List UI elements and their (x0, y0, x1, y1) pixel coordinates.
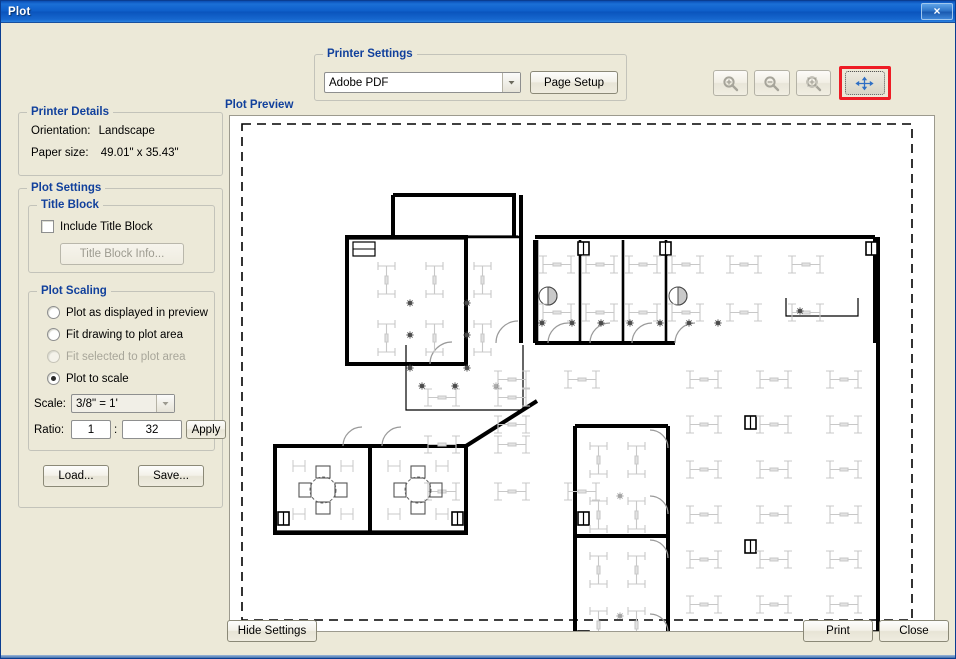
ratio-label: Ratio: (34, 424, 65, 436)
close-button[interactable]: Close (879, 620, 949, 642)
paper-size-label: Paper size: (31, 147, 89, 159)
plot-settings-legend: Plot Settings (27, 182, 106, 194)
zoom-fit-icon (806, 75, 822, 91)
orientation-label: Orientation: (31, 125, 91, 137)
close-window-button[interactable]: × (921, 3, 953, 20)
plot-scaling-group: Plot Scaling Plot as displayed in previe… (28, 285, 226, 451)
ratio-denominator-input[interactable]: 32 (122, 420, 182, 439)
paper-size-value: 49.01" x 35.43" (100, 147, 179, 159)
print-button[interactable]: Print (803, 620, 873, 642)
dialog-body: Printer Settings Adobe PDF Page Setup Pr… (1, 23, 955, 658)
scale-select[interactable]: 3/8" = 1' (71, 394, 175, 413)
building-geometry (273, 193, 880, 631)
save-settings-button[interactable]: Save... (138, 465, 204, 487)
workstations-right (493, 370, 863, 614)
zoom-in-icon (723, 75, 739, 91)
include-title-block-label: Include Title Block (60, 220, 153, 233)
radio-fit-drawing-control[interactable] (47, 328, 60, 341)
page-setup-button[interactable]: Page Setup (530, 71, 618, 94)
zoom-out-icon (764, 75, 780, 91)
orientation-value: Landscape (98, 125, 155, 137)
plot-preview-label: Plot Preview (225, 99, 294, 111)
zoom-out-button[interactable] (754, 70, 790, 96)
pan-button-highlight (838, 66, 891, 100)
include-title-block-row[interactable]: Include Title Block (41, 220, 153, 233)
radio-fit-selected-label: Fit selected to plot area (66, 350, 186, 363)
radio-plot-to-scale[interactable]: Plot to scale (47, 372, 129, 385)
printer-details-legend: Printer Details (27, 106, 113, 118)
radio-fit-selected: Fit selected to plot area (47, 350, 186, 363)
printer-select-value: Adobe PDF (329, 76, 389, 89)
paper-size-row: Paper size: 49.01" x 35.43" (31, 147, 179, 159)
apply-scale-button[interactable]: Apply (186, 420, 226, 439)
footer-separator (1, 655, 955, 658)
plot-dialog: Plot × Printer Settings Adobe PDF Page S… (0, 0, 956, 659)
ratio-numerator-input[interactable]: 1 (71, 420, 111, 439)
title-block-group: Title Block Include Title Block Title Bl… (28, 199, 215, 273)
radio-plot-to-scale-control[interactable] (47, 372, 60, 385)
plot-settings-group: Plot Settings Title Block Include Title … (18, 182, 226, 508)
ratio-separator: : (114, 424, 118, 436)
chevron-down-icon (156, 395, 174, 412)
hide-settings-button[interactable]: Hide Settings (227, 620, 317, 642)
printer-settings-legend: Printer Settings (323, 48, 417, 60)
columns (277, 241, 878, 631)
window-title: Plot (8, 5, 31, 18)
radio-plot-to-scale-label: Plot to scale (66, 372, 129, 385)
orientation-row: Orientation: Landscape (31, 125, 155, 137)
title-block-info-button[interactable]: Title Block Info... (60, 243, 184, 265)
workstations-left (377, 261, 601, 501)
zoom-in-button[interactable] (713, 70, 749, 96)
radio-plot-as-displayed[interactable]: Plot as displayed in preview (47, 306, 208, 319)
radio-fit-selected-control (47, 350, 60, 363)
pan-move-icon (855, 76, 875, 90)
radio-fit-drawing[interactable]: Fit drawing to plot area (47, 328, 183, 341)
dialog-footer: Hide Settings Print Close (1, 614, 955, 658)
scale-select-value: 3/8" = 1' (76, 397, 118, 410)
floor-plan-drawing (241, 123, 913, 631)
pan-button[interactable] (844, 71, 885, 95)
scale-label: Scale: (34, 398, 66, 410)
zoom-fit-button[interactable] (795, 70, 831, 96)
radio-plot-as-displayed-control[interactable] (47, 306, 60, 319)
radio-fit-drawing-label: Fit drawing to plot area (66, 328, 183, 341)
title-bar: Plot × (1, 1, 955, 23)
printer-settings-group: Printer Settings Adobe PDF Page Setup (314, 48, 627, 101)
plot-preview-panel[interactable] (229, 115, 935, 632)
printer-select[interactable]: Adobe PDF (324, 72, 521, 93)
chevron-down-icon (502, 73, 520, 92)
include-title-block-checkbox[interactable] (41, 220, 54, 233)
printer-details-group: Printer Details Orientation: Landscape P… (18, 106, 223, 176)
preview-toolbar (713, 66, 891, 100)
load-settings-button[interactable]: Load... (43, 465, 109, 487)
plot-scaling-legend: Plot Scaling (37, 285, 111, 297)
title-block-legend: Title Block (37, 199, 103, 211)
radio-plot-as-displayed-label: Plot as displayed in preview (66, 306, 208, 319)
